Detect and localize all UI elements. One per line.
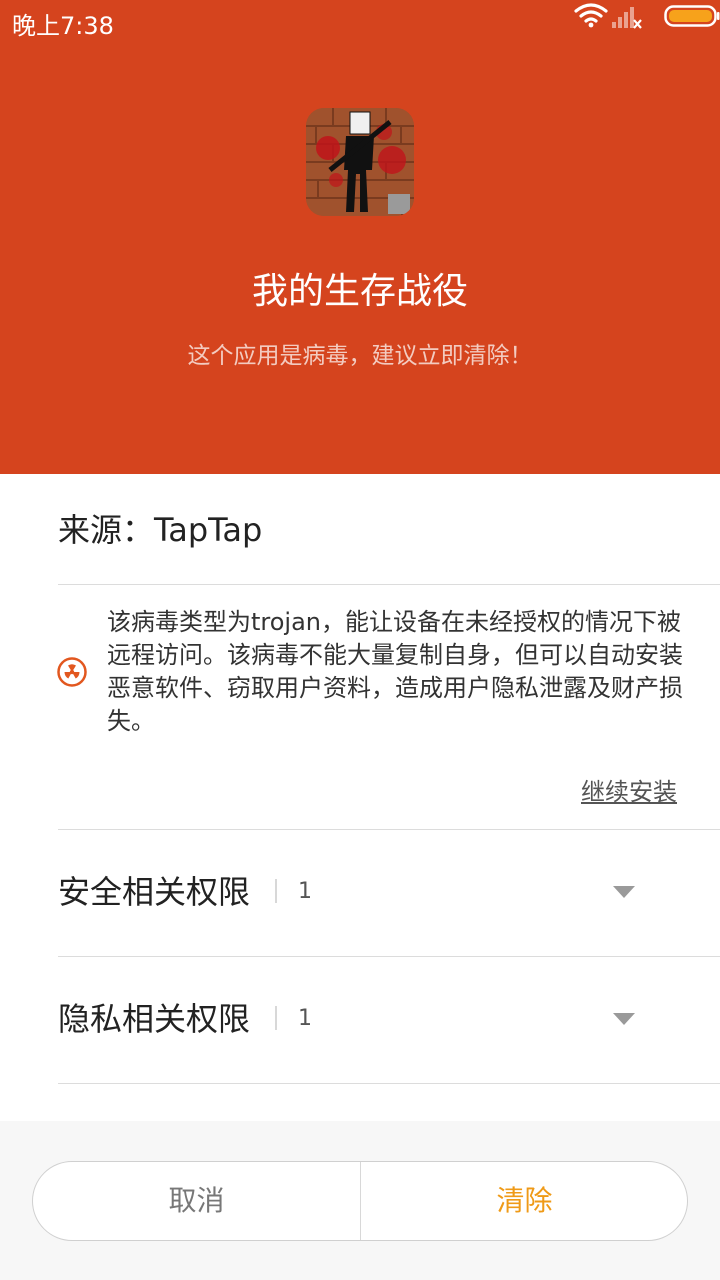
battery-icon	[664, 5, 720, 27]
continue-install-link[interactable]: 继续安装	[581, 774, 677, 810]
chevron-down-icon[interactable]	[612, 1012, 636, 1026]
separator	[275, 1006, 277, 1030]
clear-button[interactable]: 清除	[361, 1162, 687, 1240]
header-banner: 晚上7:38 我的生存战役 这个应用是病毒，建议立即清除！	[0, 0, 720, 474]
app-name: 我的生存战役	[251, 271, 468, 312]
security-permissions-row[interactable]: 安全相关权限 1	[58, 829, 720, 955]
wifi-icon	[574, 3, 608, 28]
source-label: 来源：TapTap	[58, 511, 263, 549]
app-icon	[306, 108, 414, 216]
privacy-permissions-row[interactable]: 隐私相关权限 1	[58, 956, 720, 1082]
status-time: 晚上7:38	[12, 12, 114, 40]
virus-description: 该病毒类型为trojan，能让设备在未经授权的情况下被远程访问。该病毒不能大量复…	[107, 608, 683, 735]
chevron-down-icon[interactable]	[612, 885, 636, 899]
status-bar: 晚上7:38	[0, 0, 720, 52]
action-button-group: 取消 清除	[32, 1161, 688, 1241]
separator	[275, 879, 277, 903]
signal-icon	[612, 7, 642, 29]
permission-label: 隐私相关权限	[58, 1000, 251, 1038]
permission-label: 安全相关权限	[58, 873, 251, 911]
footer-bar: 取消 清除	[0, 1121, 720, 1280]
divider	[58, 584, 720, 585]
permission-count: 1	[298, 1006, 312, 1031]
virus-warning: 这个应用是病毒，建议立即清除！	[187, 343, 533, 369]
permission-count: 1	[298, 879, 312, 904]
divider	[58, 1083, 720, 1084]
cancel-button[interactable]: 取消	[33, 1162, 360, 1240]
radiation-icon	[57, 657, 87, 687]
